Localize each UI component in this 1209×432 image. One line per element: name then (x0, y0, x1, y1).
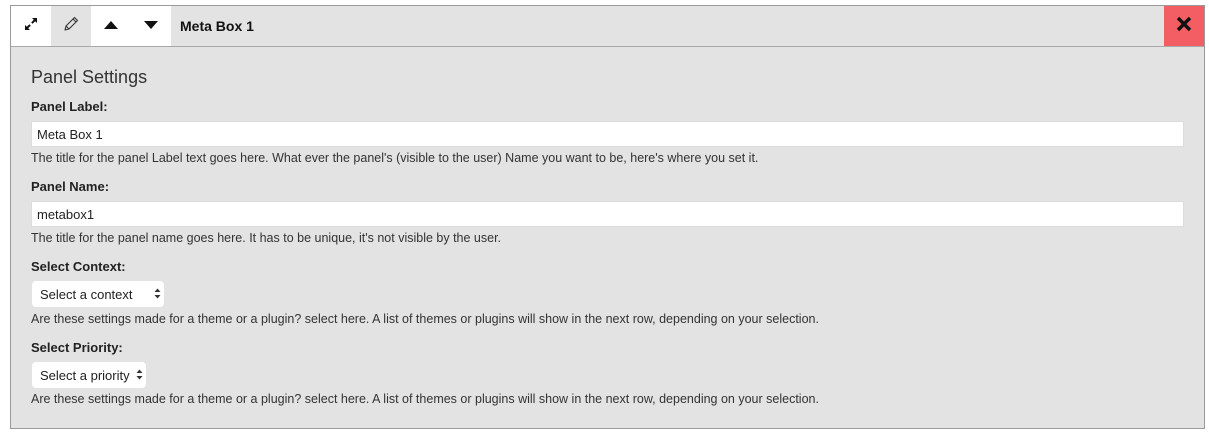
select-arrows-icon (136, 368, 143, 381)
priority-help: Are these settings made for a theme or a… (31, 392, 819, 406)
panel-name-input[interactable] (31, 201, 1184, 227)
move-up-button[interactable] (91, 6, 131, 46)
expand-icon (24, 17, 38, 36)
panel-header-title: Meta Box 1 (180, 18, 254, 34)
panel-label-input[interactable] (31, 121, 1184, 147)
priority-select[interactable]: Select a priority (32, 362, 146, 388)
select-arrows-icon (154, 287, 161, 300)
panel-header: Meta Box 1 (11, 6, 1204, 47)
arrow-down-icon (144, 17, 158, 35)
panel-label-label: Panel Label: (31, 99, 108, 114)
panel-name-label: Panel Name: (31, 179, 110, 194)
priority-label: Select Priority: (31, 340, 123, 355)
edit-button[interactable] (51, 6, 91, 46)
pencil-icon (62, 15, 80, 38)
arrow-up-icon (104, 17, 118, 35)
close-button[interactable] (1164, 6, 1204, 46)
context-label: Select Context: (31, 259, 126, 274)
close-icon (1176, 16, 1192, 37)
priority-select-value: Select a priority (40, 367, 130, 383)
meta-box-panel: Meta Box 1 Panel Settings Panel Label: T… (10, 5, 1205, 429)
context-help: Are these settings made for a theme or a… (31, 312, 819, 326)
context-select-value: Select a context (40, 286, 133, 302)
expand-button[interactable] (11, 6, 51, 46)
section-title: Panel Settings (31, 67, 148, 87)
panel-label-help: The title for the panel Label text goes … (31, 151, 759, 165)
panel-name-help: The title for the panel name goes here. … (31, 231, 502, 245)
move-down-button[interactable] (131, 6, 171, 46)
context-select[interactable]: Select a context (32, 281, 164, 307)
